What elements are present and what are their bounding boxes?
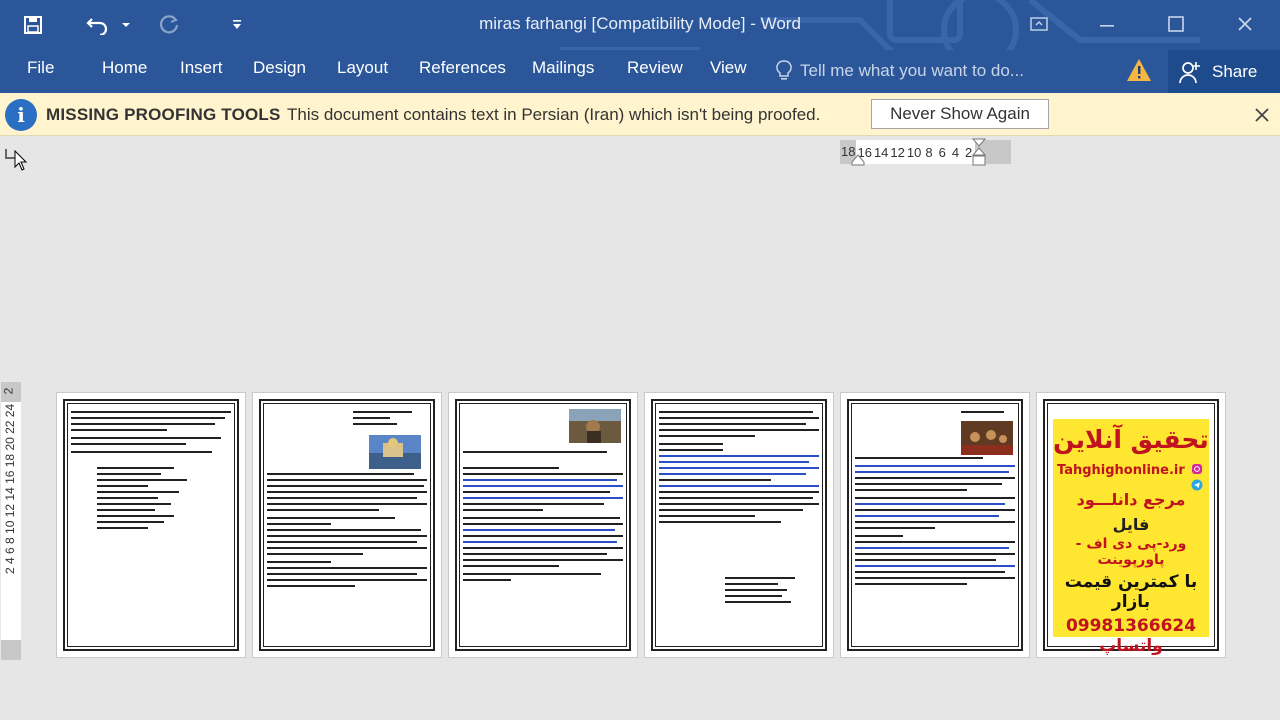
info-icon: i [5, 99, 37, 131]
tab-mailings[interactable]: Mailings [530, 58, 596, 78]
gathering-photo [961, 421, 1013, 455]
close-button[interactable] [1222, 6, 1268, 42]
minimize-button[interactable] [1084, 6, 1130, 42]
message-title: MISSING PROOFING TOOLS [46, 105, 281, 124]
ribbon-display-options-button[interactable] [1016, 6, 1062, 42]
mouse-cursor [14, 150, 28, 171]
warning-icon [1127, 59, 1151, 81]
share-button[interactable]: Share [1168, 50, 1280, 93]
page-thumbnail[interactable] [56, 392, 246, 658]
text-block [855, 457, 1015, 589]
page-thumbnail[interactable] [840, 392, 1030, 658]
document-pages: تحقیق آنلاین Tahghighonline.ir مرجع دانل… [56, 392, 1232, 658]
message-bar: i MISSING PROOFING TOOLS This document c… [0, 93, 1280, 136]
ad-file-line: فایل [1112, 515, 1150, 534]
never-show-again-button[interactable]: Never Show Again [871, 99, 1049, 129]
ad-download-line: مرجع دانلـــود [1076, 490, 1186, 509]
tab-design[interactable]: Design [251, 58, 308, 78]
vertical-ruler[interactable]: 2 2 4 6 8 10 12 14 16 18 20 22 24 [1, 382, 21, 660]
ad-phone-line: 09981366624 واتساپ [1065, 616, 1197, 656]
ruler-number: 14 [873, 144, 889, 160]
tab-references[interactable]: References [417, 58, 508, 78]
ad-title: تحقیق آنلاین [1053, 425, 1209, 454]
ruler-number: 6 [938, 144, 946, 160]
tab-review[interactable]: Review [625, 58, 685, 78]
painting-photo [569, 409, 621, 443]
page-thumbnail[interactable] [252, 392, 442, 658]
ruler-number: 10 [906, 144, 922, 160]
left-indent-marker-icon[interactable] [851, 154, 865, 166]
tab-layout[interactable]: Layout [335, 58, 390, 78]
maximize-button[interactable] [1153, 6, 1199, 42]
ribbon-tabs: File Home Insert Design Layout Reference… [0, 50, 1280, 93]
tab-insert[interactable]: Insert [178, 58, 225, 78]
text-block [659, 411, 819, 527]
telegram-icon [1191, 479, 1203, 491]
horizontal-ruler[interactable]: 18 16 14 12 10 8 6 4 2 [840, 138, 1012, 166]
text-block [267, 473, 427, 591]
city-photo [369, 435, 421, 469]
text-block [463, 451, 623, 585]
ad-formats-line: ورد-پی دی اف - پاورپوینت [1075, 536, 1187, 568]
person-icon [1179, 61, 1200, 83]
ruler-number: 2 [1, 387, 16, 395]
indent-marker-icon[interactable] [971, 138, 987, 168]
list-block [97, 467, 225, 533]
ad-price-line: با کمترین قیمت بازار [1064, 572, 1198, 612]
page-thumbnail[interactable] [448, 392, 638, 658]
tab-home[interactable]: Home [100, 58, 149, 78]
tab-file[interactable]: File [25, 58, 56, 78]
heading-block [353, 411, 427, 429]
minimize-icon [1100, 25, 1114, 27]
close-icon [1238, 17, 1252, 31]
warning-button[interactable] [1126, 58, 1152, 87]
ruler-margin-shade [1, 640, 21, 660]
ruler-number: 8 [925, 144, 933, 160]
tab-view[interactable]: View [708, 58, 749, 78]
list-block [725, 577, 813, 607]
tell-me-placeholder: Tell me what you want to do... [800, 61, 1024, 80]
message-text: This document contains text in Persian (… [287, 105, 821, 124]
instagram-icon [1192, 464, 1202, 474]
ruler-number: 12 [890, 144, 905, 160]
maximize-icon [1168, 16, 1184, 32]
text-block [71, 411, 231, 457]
ruler-numbers: 2 4 6 8 10 12 14 16 18 20 22 24 [3, 404, 17, 575]
heading-block [961, 411, 1015, 417]
message-close-button[interactable] [1250, 103, 1274, 127]
share-label: Share [1212, 61, 1258, 81]
ruler-number: 4 [951, 144, 960, 160]
close-icon [1255, 108, 1269, 122]
page-thumbnail[interactable]: تحقیق آنلاین Tahghighonline.ir مرجع دانل… [1036, 392, 1226, 658]
page-thumbnail[interactable] [644, 392, 834, 658]
ad-website: Tahghighonline.ir [1057, 463, 1185, 478]
tell-me-box[interactable]: Tell me what you want to do... [776, 56, 1024, 86]
ruler-margin-shade [972, 138, 1012, 166]
ribbon-display-options-icon [1030, 17, 1048, 31]
lightbulb-icon [776, 60, 792, 80]
advertisement-banner: تحقیق آنلاین Tahghighonline.ir مرجع دانل… [1053, 419, 1209, 656]
title-bar: miras farhangi [Compatibility Mode] - Wo… [0, 0, 1280, 50]
